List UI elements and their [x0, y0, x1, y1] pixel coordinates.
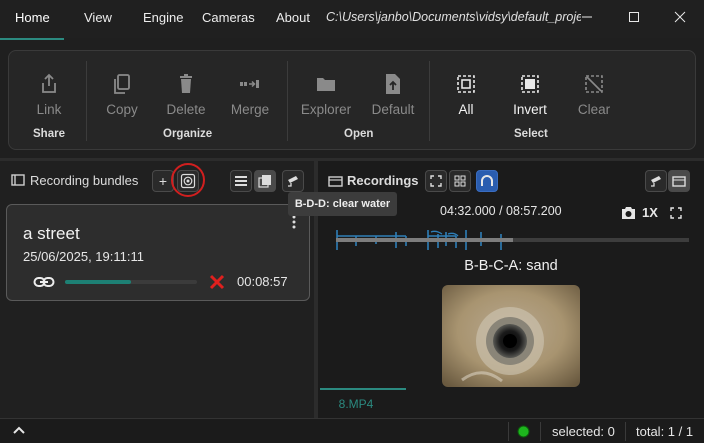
- select-all-button[interactable]: All: [436, 73, 496, 119]
- recordings-icon: [328, 176, 343, 187]
- playback-timeline[interactable]: [336, 238, 689, 242]
- copy-button[interactable]: Copy: [92, 73, 152, 119]
- tab-view[interactable]: View: [84, 10, 112, 25]
- list-icon: [235, 176, 247, 186]
- copy-icon: [114, 74, 130, 94]
- file-tab-indicator: [320, 388, 406, 390]
- ribbon-divider: [86, 61, 87, 141]
- timeline-progress: [336, 238, 513, 242]
- file-tab-label: 8.MP4: [338, 397, 374, 411]
- bundles-icon: [11, 174, 25, 186]
- frame-caption: B-B-C-A: sand: [464, 258, 558, 274]
- bundle-duration: 00:08:57: [237, 274, 288, 289]
- more-options-icon[interactable]: [291, 215, 297, 229]
- film-icon: [672, 176, 686, 187]
- invert-selection-button[interactable]: Invert: [500, 73, 560, 119]
- recording-view-button[interactable]: [668, 170, 690, 192]
- status-bar: selected: 0 total: 1 / 1: [0, 418, 704, 443]
- delete-x-icon[interactable]: [209, 274, 225, 290]
- chevron-up-icon[interactable]: [12, 425, 26, 435]
- highlight-annotation: [171, 163, 205, 197]
- ribbon-divider: [429, 61, 430, 141]
- folder-icon: [317, 78, 335, 91]
- snapshot-camera-icon[interactable]: [620, 205, 637, 220]
- grid-icon: [454, 175, 466, 187]
- total-count: total: 1 / 1: [636, 424, 694, 439]
- minimize-icon: [582, 16, 592, 18]
- explorer-button[interactable]: Explorer: [296, 73, 356, 119]
- status-divider: [508, 422, 509, 441]
- close-icon: [674, 11, 686, 23]
- ribbon-toolbar: Link Share Copy Delete Merge Organize Ex…: [8, 50, 696, 150]
- tab-about[interactable]: About: [276, 10, 310, 25]
- pipe-icon: [481, 175, 493, 186]
- list-view-toggle[interactable]: [230, 170, 252, 192]
- delete-button[interactable]: Delete: [156, 73, 216, 119]
- camera-view-button[interactable]: [645, 170, 667, 192]
- recordings-title: Recordings: [347, 173, 419, 188]
- default-button[interactable]: Default: [363, 73, 423, 119]
- deselect-icon: [585, 75, 603, 93]
- card-view-toggle[interactable]: [254, 170, 276, 192]
- camera-filter-button[interactable]: [282, 170, 304, 192]
- organize-group-label: Organize: [163, 128, 213, 140]
- cctv-icon: [651, 176, 661, 187]
- project-path: C:\Users\janbo\Documents\vidsy\default_p…: [326, 10, 581, 24]
- close-window-button[interactable]: [665, 4, 695, 30]
- playback-speed[interactable]: 1X: [642, 205, 658, 220]
- tab-cameras[interactable]: Cameras: [202, 10, 255, 25]
- bundle-progress-bar: [65, 280, 197, 284]
- expand-icon[interactable]: [670, 207, 682, 219]
- pipe-view-toggle[interactable]: [476, 170, 498, 192]
- tab-home[interactable]: Home: [15, 10, 50, 25]
- minimize-button[interactable]: [572, 4, 602, 30]
- bundle-title: a street: [23, 224, 80, 243]
- ribbon-divider: [287, 61, 288, 141]
- share-icon: [42, 73, 56, 93]
- title-bar: Home View Engine Cameras About C:\Users\…: [0, 0, 704, 40]
- status-indicator: [517, 425, 530, 438]
- maximize-icon: [629, 12, 639, 22]
- bundle-progress-fill: [65, 280, 131, 284]
- tab-engine[interactable]: Engine: [143, 10, 183, 25]
- playback-timecode: 04:32.000 / 08:57.200: [440, 204, 562, 218]
- bundle-card[interactable]: a street 25/06/2025, 19:11:11 00:08:57: [6, 204, 310, 301]
- open-group-label: Open: [344, 128, 374, 140]
- plus-icon: +: [158, 173, 168, 189]
- invert-selection-icon: [521, 75, 539, 93]
- merge-icon: [240, 80, 259, 88]
- grid-view-button[interactable]: [449, 170, 471, 192]
- trash-icon: [180, 74, 192, 93]
- pipe-frame-image: [442, 285, 580, 387]
- clear-selection-button[interactable]: Clear: [564, 73, 624, 119]
- fullscreen-icon: [430, 175, 442, 187]
- selected-count: selected: 0: [552, 424, 615, 439]
- bundles-title: Recording bundles: [30, 173, 139, 188]
- status-divider: [540, 422, 541, 441]
- active-tab-indicator: [0, 38, 64, 40]
- maximize-button[interactable]: [619, 4, 649, 30]
- file-export-icon: [386, 74, 400, 94]
- select-all-icon: [457, 75, 475, 93]
- share-group-label: Share: [33, 128, 65, 140]
- cards-icon: [258, 175, 271, 188]
- fit-view-button[interactable]: [425, 170, 447, 192]
- cctv-icon: [288, 176, 298, 187]
- link-icon[interactable]: [33, 275, 55, 289]
- bundle-date: 25/06/2025, 19:11:11: [23, 249, 144, 264]
- file-tab-8mp4[interactable]: 8.MP4: [320, 388, 406, 418]
- select-group-label: Select: [514, 128, 548, 140]
- tooltip: B-D-D: clear water: [288, 192, 397, 216]
- status-divider: [625, 422, 626, 441]
- link-button[interactable]: Link: [19, 73, 79, 119]
- video-preview[interactable]: [442, 285, 580, 387]
- merge-button[interactable]: Merge: [220, 73, 280, 119]
